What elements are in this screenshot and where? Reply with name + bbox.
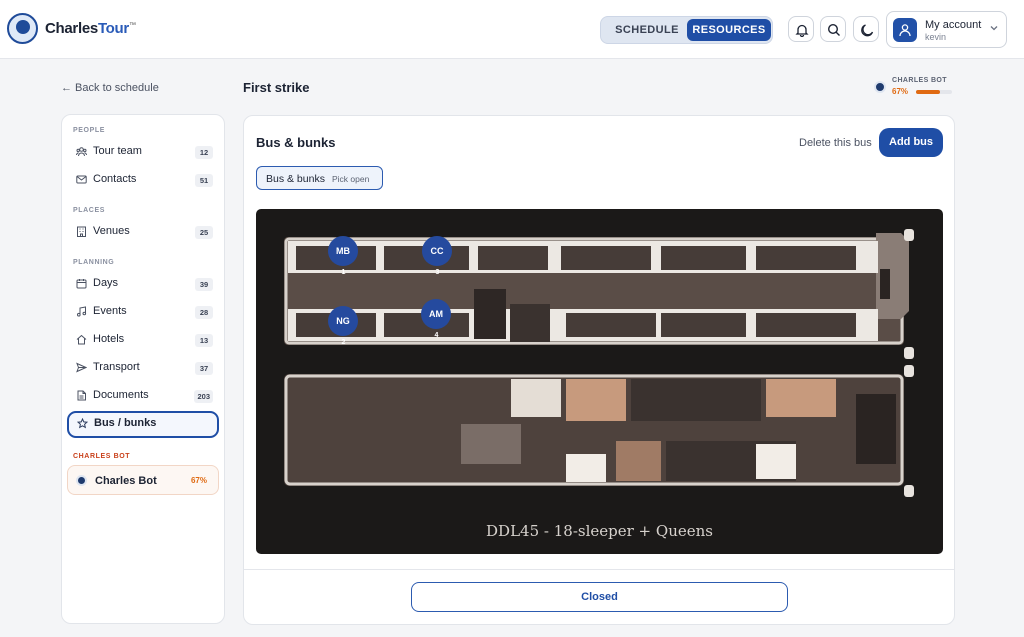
count-badge: 28 bbox=[195, 306, 213, 319]
section-charles-bot: CHARLES BOT bbox=[73, 453, 131, 460]
brand-accent: Tour bbox=[97, 20, 129, 37]
closed-status-button[interactable]: Closed bbox=[411, 582, 788, 612]
sidebar-item-label: Tour team bbox=[93, 145, 142, 157]
count-badge: 39 bbox=[195, 278, 213, 291]
bunk-number-4: 4 bbox=[434, 332, 439, 339]
charles-bot-progress-fill bbox=[916, 90, 941, 94]
count-badge: 12 bbox=[195, 146, 213, 159]
sidebar-item-label: Hotels bbox=[93, 333, 125, 345]
view-switcher: SCHEDULE RESOURCES bbox=[600, 16, 773, 44]
upper-deck bbox=[284, 233, 909, 345]
top-header: CharlesTour™ SCHEDULE RESOURCES My accou… bbox=[0, 0, 1024, 59]
charles-bot-label: CHARLES BOT bbox=[892, 77, 947, 84]
count-badge: 25 bbox=[195, 226, 213, 239]
section-places: PLACES bbox=[73, 207, 105, 214]
sidebar-item-tour-team[interactable]: Tour team 12 bbox=[67, 140, 219, 164]
chip-status: Pick open bbox=[332, 174, 370, 184]
bunk-star-icon bbox=[77, 418, 88, 429]
search-icon bbox=[827, 23, 840, 36]
document-icon bbox=[77, 390, 86, 401]
charles-bot-percent: 67% bbox=[892, 87, 909, 96]
sidebar: PEOPLE Tour team 12 Contacts 51 PLACES V… bbox=[61, 114, 225, 624]
sidebar-item-label: Contacts bbox=[93, 173, 137, 185]
bus-floorplan: MB 1 CC 3 NG 2 AM 4 DDL45 - 18-sleeper +… bbox=[256, 209, 943, 554]
bus-caption: DDL45 - 18-sleeper + Queens bbox=[486, 522, 713, 540]
count-badge: 13 bbox=[195, 334, 213, 347]
divider bbox=[244, 569, 954, 570]
team-icon bbox=[76, 147, 87, 157]
chevron-down-icon bbox=[990, 26, 998, 31]
tab-resources[interactable]: RESOURCES bbox=[687, 19, 771, 41]
bunk-marker-3[interactable]: CC bbox=[422, 236, 452, 266]
account-username: kevin bbox=[925, 32, 947, 42]
bunk-marker-1[interactable]: MB bbox=[328, 236, 358, 266]
delete-bus-button[interactable]: Delete this bus bbox=[799, 137, 872, 149]
sidebar-item-label: Documents bbox=[93, 389, 149, 401]
brand-trademark: ™ bbox=[128, 22, 136, 29]
bunk-marker-4[interactable]: AM bbox=[421, 299, 451, 329]
page-title: First strike bbox=[243, 80, 310, 95]
section-planning: PLANNING bbox=[73, 259, 115, 266]
charles-bot-icon bbox=[874, 81, 886, 93]
sidebar-item-transport[interactable]: Transport 37 bbox=[67, 356, 219, 380]
sidebar-item-label: Transport bbox=[93, 361, 140, 373]
bus-selector-chip[interactable]: Bus & bunks Pick open bbox=[256, 166, 383, 190]
charles-bot-percent: 67% bbox=[190, 476, 207, 485]
count-badge: 37 bbox=[195, 362, 213, 375]
sidebar-item-hotels[interactable]: Hotels 13 bbox=[67, 328, 219, 352]
sidebar-item-label: Events bbox=[93, 305, 127, 317]
building-icon bbox=[77, 226, 86, 237]
moon-icon bbox=[861, 24, 874, 37]
bell-icon bbox=[795, 24, 809, 37]
sidebar-item-label: Charles Bot bbox=[95, 475, 157, 487]
bus-bunks-panel: Bus & bunks Delete this bus Add bus Bus … bbox=[243, 115, 955, 625]
charles-bot-status[interactable]: CHARLES BOT 67% bbox=[874, 76, 954, 98]
sidebar-item-venues[interactable]: Venues 25 bbox=[67, 220, 219, 244]
bunk-marker-2[interactable]: NG bbox=[328, 306, 358, 336]
send-icon bbox=[76, 362, 87, 373]
dark-mode-button[interactable] bbox=[853, 16, 879, 42]
count-badge: 51 bbox=[195, 174, 213, 187]
panel-title: Bus & bunks bbox=[256, 135, 336, 150]
calendar-icon bbox=[76, 279, 87, 289]
bus-floorplan-drawing bbox=[284, 229, 914, 497]
mail-icon bbox=[76, 175, 87, 184]
sidebar-item-label: Days bbox=[93, 277, 119, 289]
music-note-icon bbox=[77, 306, 87, 317]
section-people: PEOPLE bbox=[73, 127, 105, 134]
back-to-schedule-link[interactable]: ← Back to schedule bbox=[61, 82, 159, 94]
bunk-number-3: 3 bbox=[435, 269, 440, 276]
search-button[interactable] bbox=[820, 16, 846, 42]
sidebar-item-charles-bot[interactable]: Charles Bot 67% bbox=[67, 465, 219, 495]
sidebar-item-contacts[interactable]: Contacts 51 bbox=[67, 168, 219, 192]
tab-schedule[interactable]: SCHEDULE bbox=[609, 19, 685, 41]
charles-tour-logo[interactable] bbox=[7, 13, 38, 44]
brand-main: Charles bbox=[45, 20, 98, 37]
lower-deck bbox=[284, 374, 904, 486]
charles-bot-icon bbox=[76, 475, 87, 486]
home-icon bbox=[76, 334, 87, 345]
brand-name[interactable]: CharlesTour™ bbox=[45, 20, 136, 37]
add-bus-button[interactable]: Add bus bbox=[879, 128, 943, 157]
notifications-button[interactable] bbox=[788, 16, 814, 42]
sidebar-item-label: Bus / bunks bbox=[94, 417, 157, 429]
user-icon bbox=[899, 24, 911, 37]
sidebar-item-events[interactable]: Events 28 bbox=[67, 300, 219, 324]
account-label: My account bbox=[925, 19, 982, 31]
sidebar-item-documents[interactable]: Documents 203 bbox=[67, 384, 219, 408]
avatar bbox=[893, 18, 917, 42]
bunk-number-1: 1 bbox=[341, 269, 346, 276]
sidebar-item-label: Venues bbox=[93, 225, 130, 237]
sidebar-item-days[interactable]: Days 39 bbox=[67, 272, 219, 296]
charles-bot-progress bbox=[916, 90, 952, 94]
count-badge: 203 bbox=[194, 390, 213, 403]
sidebar-item-bus-bunks[interactable]: Bus / bunks bbox=[67, 411, 219, 438]
chip-label: Bus & bunks bbox=[266, 173, 325, 185]
bunk-number-2: 2 bbox=[341, 339, 346, 346]
account-menu[interactable]: My account kevin bbox=[886, 11, 1007, 48]
